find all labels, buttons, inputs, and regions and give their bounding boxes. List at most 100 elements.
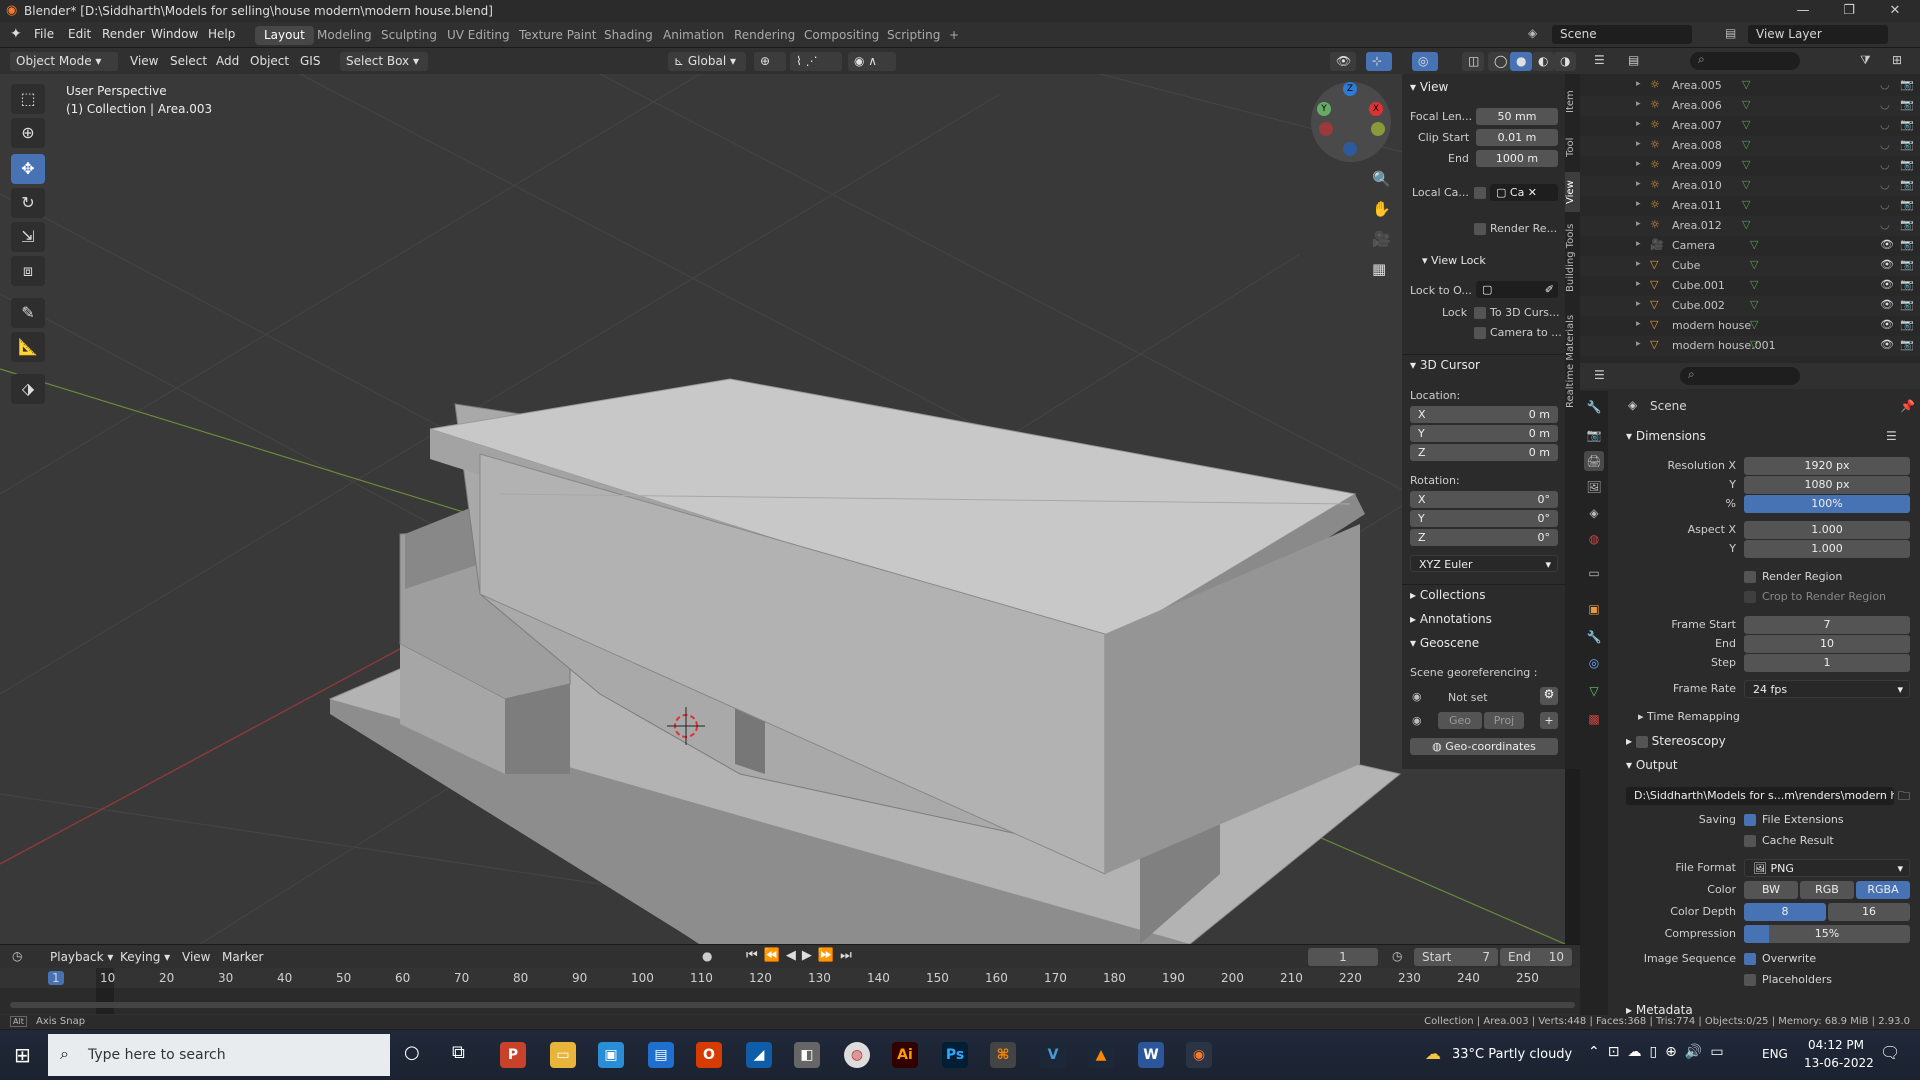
collection-tab-icon[interactable]: ▭	[1584, 563, 1604, 583]
material-shading-icon[interactable]: ◐	[1532, 52, 1554, 71]
timeline-editor-icon[interactable]: ◷	[12, 949, 22, 963]
file-format-dropdown[interactable]: 🖼 PNG ▾	[1744, 859, 1910, 877]
render-camera-icon[interactable]: 📷	[1900, 198, 1914, 211]
clip-start-field[interactable]: 0.01 m	[1476, 129, 1558, 146]
properties-editor-type-icon[interactable]: ☰	[1594, 368, 1605, 382]
system-tray-icons[interactable]: ⌃⊡☁▯⊕🔊▭	[1588, 1044, 1732, 1060]
powerpoint-icon[interactable]: P	[500, 1042, 526, 1068]
cache-result-checkbox[interactable]	[1744, 835, 1756, 847]
geoscene-header[interactable]: ▾ Geoscene	[1410, 636, 1479, 650]
playback-menu[interactable]: Playback ▾	[50, 950, 113, 964]
modifier-tab-icon[interactable]: 🔧	[1584, 627, 1604, 647]
visibility-eye-icon[interactable]: ◡	[1880, 98, 1890, 111]
mode-selector[interactable]: Object Mode ▾	[10, 52, 118, 71]
playback-controls[interactable]: ⏮⏪◀▶⏩⏭	[746, 948, 858, 963]
color-depth-8-button[interactable]: 8	[1744, 903, 1826, 921]
outliner-item[interactable]: ▸ ☼ Area.007 ▽ ◡ 📷	[1580, 116, 1920, 136]
render-camera-icon[interactable]: 📷	[1900, 178, 1914, 191]
aspect-x-field[interactable]: 1.000	[1744, 521, 1910, 539]
expand-arrow-icon[interactable]: ▸	[1636, 259, 1641, 269]
preview-range-icon[interactable]: ◷	[1392, 949, 1402, 963]
outliner-item[interactable]: ▸ 🎥 Camera ▽ 👁 📷	[1580, 236, 1920, 256]
tab-rendering[interactable]: Rendering	[725, 26, 804, 45]
pan-hand-icon[interactable]: ✋	[1372, 200, 1391, 218]
lock-cursor-checkbox[interactable]	[1474, 307, 1486, 319]
expand-arrow-icon[interactable]: ▸	[1636, 299, 1641, 309]
tab-building-tools[interactable]: Building Tools	[1565, 214, 1580, 302]
folder-icon[interactable]: 🗀	[1898, 787, 1910, 808]
render-camera-icon[interactable]: 📷	[1900, 238, 1914, 251]
zoom-icon[interactable]: 🔍	[1372, 170, 1391, 188]
add-geo-button[interactable]: +	[1540, 712, 1558, 729]
visibility-eye-icon[interactable]: 👁	[1880, 338, 1894, 351]
gizmo-neg-x[interactable]	[1319, 122, 1333, 136]
render-camera-icon[interactable]: 📷	[1900, 298, 1914, 311]
outliner-item[interactable]: ▸ ☼ Area.011 ▽ ◡ 📷	[1580, 196, 1920, 216]
menu-render[interactable]: Render	[102, 27, 145, 41]
expand-arrow-icon[interactable]: ▸	[1636, 99, 1641, 109]
visibility-eye-icon[interactable]: ◡	[1880, 198, 1890, 211]
xray-icon[interactable]: ◫	[1462, 52, 1484, 71]
output-header[interactable]: ▾ Output	[1626, 758, 1678, 772]
expand-arrow-icon[interactable]: ▸	[1636, 279, 1641, 289]
color-bw-button[interactable]: BW	[1744, 881, 1798, 899]
outliner-item[interactable]: ▸ ☼ Area.012 ▽ ◡ 📷	[1580, 216, 1920, 236]
expand-arrow-icon[interactable]: ▸	[1636, 239, 1641, 249]
aspect-y-field[interactable]: 1.000	[1744, 540, 1910, 558]
clip-end-field[interactable]: 1000 m	[1476, 150, 1558, 167]
render-camera-icon[interactable]: 📷	[1900, 118, 1914, 131]
minimize-button[interactable]: —	[1780, 0, 1826, 22]
cursor-rotation-y[interactable]: Y 0°	[1410, 510, 1558, 527]
rotate-tool-icon[interactable]: ↻	[11, 188, 45, 218]
camera-to-view-checkbox[interactable]	[1474, 327, 1486, 339]
cursor-location-x[interactable]: X 0 m	[1410, 406, 1558, 423]
annotations-header[interactable]: ▸ Annotations	[1410, 612, 1492, 626]
view-layer-tab-icon[interactable]: 🖼	[1584, 477, 1604, 497]
edge-icon[interactable]: ◢	[746, 1042, 772, 1068]
geo-button[interactable]: Geo	[1438, 712, 1482, 729]
close-button[interactable]: ✕	[1872, 0, 1918, 22]
resolution-y-field[interactable]: 1080 px	[1744, 476, 1910, 494]
expand-arrow-icon[interactable]: ▸	[1636, 319, 1641, 329]
tab-uv-editing[interactable]: UV Editing	[438, 26, 519, 45]
outliner-item[interactable]: ▸ ▽ Cube ▽ 👁 📷	[1580, 256, 1920, 276]
visibility-icon[interactable]: 👁	[1330, 52, 1356, 71]
add-cube-tool-icon[interactable]: ⬗	[11, 374, 45, 404]
render-camera-icon[interactable]: 📷	[1900, 158, 1914, 171]
color-rgba-button[interactable]: RGBA	[1856, 881, 1910, 899]
output-path-field[interactable]: D:\Siddharth\Models for s...m\renders\mo…	[1626, 787, 1894, 805]
file-extensions-checkbox[interactable]	[1744, 814, 1756, 826]
render-camera-icon[interactable]: 📷	[1900, 258, 1914, 271]
placeholders-checkbox[interactable]	[1744, 974, 1756, 986]
crop-region-checkbox[interactable]	[1744, 591, 1756, 603]
menu-file[interactable]: File	[34, 27, 54, 41]
output-tab-icon[interactable]: 🖨	[1584, 451, 1604, 471]
tool-tab-icon[interactable]: 🔧	[1584, 397, 1604, 417]
expand-arrow-icon[interactable]: ▸	[1636, 219, 1641, 229]
store-icon[interactable]: ▤	[648, 1042, 674, 1068]
outliner-item[interactable]: ▸ ☼ Area.009 ▽ ◡ 📷	[1580, 156, 1920, 176]
outliner-item[interactable]: ▸ ▽ Cube.001 ▽ 👁 📷	[1580, 276, 1920, 296]
outliner-item[interactable]: ▸ ▽ Cube.002 ▽ 👁 📷	[1580, 296, 1920, 316]
geo-coordinates-button[interactable]: ◍ Geo-coordinates	[1410, 738, 1558, 755]
new-collection-icon[interactable]: ⊞	[1892, 53, 1902, 67]
overlays-icon[interactable]: ◎	[1412, 52, 1438, 71]
measure-tool-icon[interactable]: 📐	[11, 332, 45, 362]
scale-tool-icon[interactable]: ⇲	[11, 222, 45, 252]
display-mode-icon[interactable]: ▤	[1628, 53, 1639, 67]
dimensions-header[interactable]: ▾ Dimensions	[1626, 429, 1706, 443]
menu-edit[interactable]: Edit	[68, 27, 91, 41]
select-tool-icon[interactable]: ⬚	[11, 84, 45, 114]
object-tab-icon[interactable]: ▣	[1584, 599, 1604, 619]
compression-slider[interactable]: 15%	[1744, 925, 1910, 943]
outliner-item[interactable]: ▸ ☼ Area.010 ▽ ◡ 📷	[1580, 176, 1920, 196]
render-camera-icon[interactable]: 📷	[1900, 218, 1914, 231]
time-remapping-header[interactable]: ▸ Time Remapping	[1638, 710, 1740, 723]
color-depth-16-button[interactable]: 16	[1828, 903, 1910, 921]
blender-taskbar-icon[interactable]: ◉	[1186, 1042, 1212, 1068]
outliner-item[interactable]: ▸ ☼ Area.008 ▽ ◡ 📷	[1580, 136, 1920, 156]
visibility-eye-icon[interactable]: ◡	[1880, 178, 1890, 191]
camera-view-icon[interactable]: 🎥	[1372, 230, 1391, 248]
visibility-eye-icon[interactable]: ◡	[1880, 118, 1890, 131]
cortana-icon[interactable]: ○	[404, 1042, 420, 1063]
